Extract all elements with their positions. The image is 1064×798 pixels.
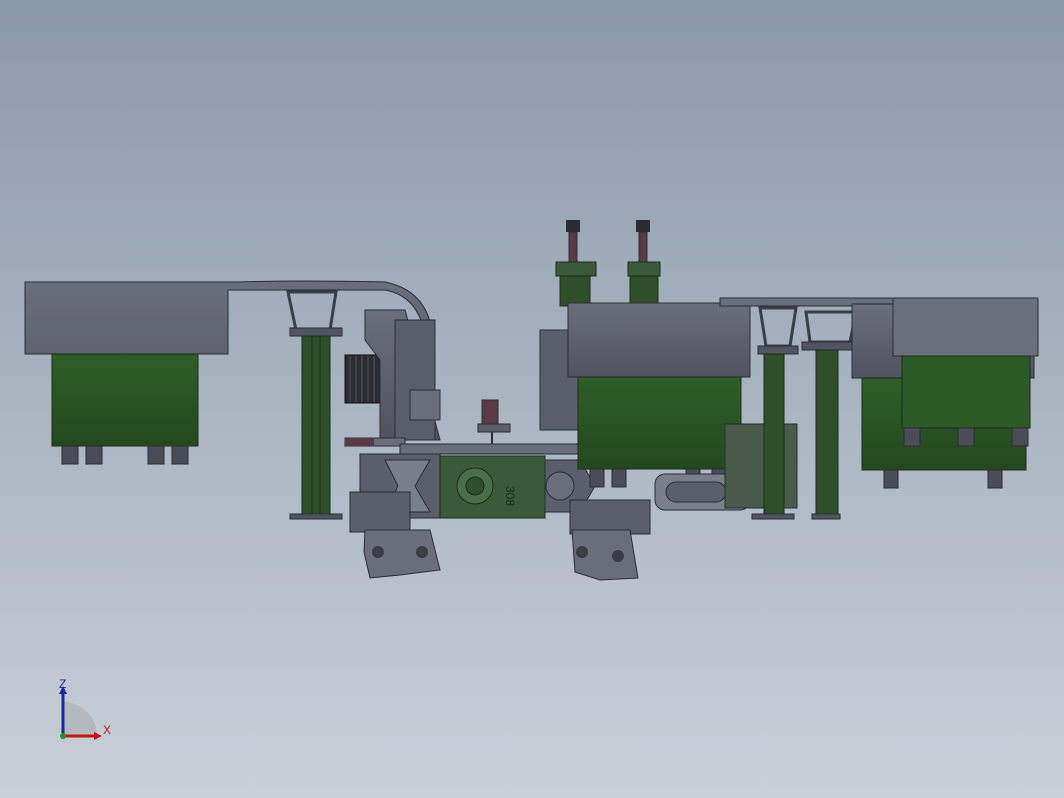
left-frame[interactable] bbox=[344, 309, 441, 447]
x-axis-label: X bbox=[103, 723, 111, 737]
main-beam[interactable] bbox=[399, 443, 581, 455]
center-drum[interactable] bbox=[567, 302, 751, 488]
y-axis-dot bbox=[60, 733, 66, 739]
graphics-viewport[interactable]: 308 Z X bbox=[0, 0, 1064, 798]
orientation-triad: Z X bbox=[59, 677, 111, 740]
center-small-actuator[interactable] bbox=[477, 399, 511, 444]
left-support-column[interactable] bbox=[286, 290, 343, 520]
cad-model[interactable]: 308 bbox=[0, 0, 1064, 798]
right-hopper[interactable] bbox=[851, 297, 1039, 489]
z-axis-label: Z bbox=[59, 677, 66, 691]
gearbox-engraving: 308 bbox=[503, 486, 517, 506]
